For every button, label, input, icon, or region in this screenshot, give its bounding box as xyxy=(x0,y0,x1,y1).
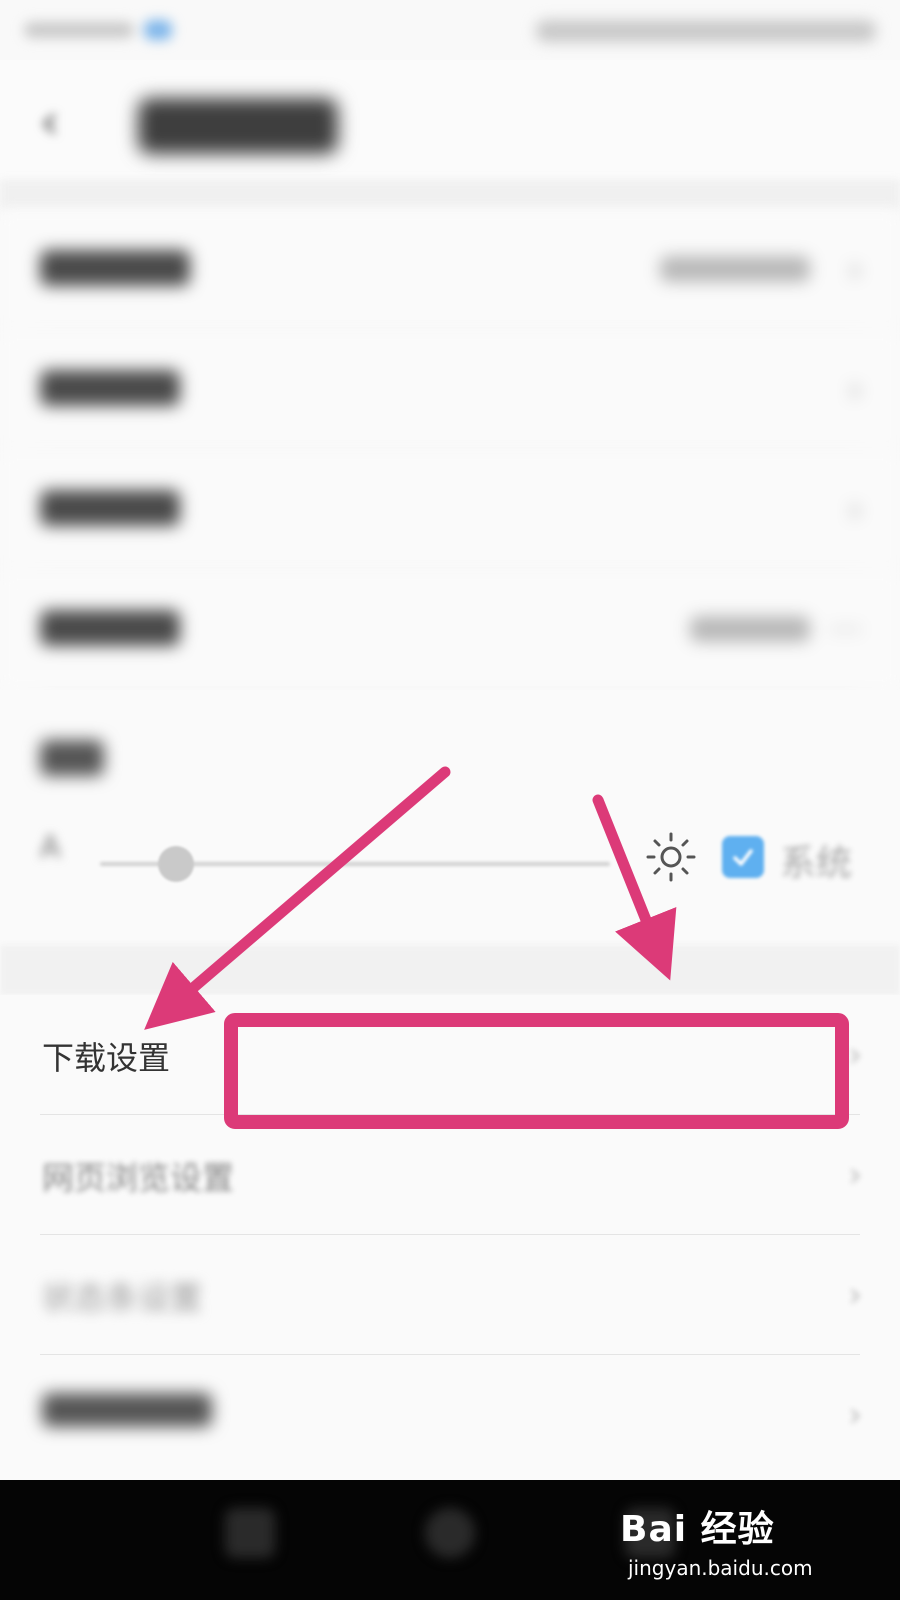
app-header: ‹ xyxy=(0,60,900,180)
page-title-blurred xyxy=(138,98,338,154)
brightness-label-blurred xyxy=(40,740,104,776)
settings-row[interactable]: › xyxy=(0,450,900,570)
nav-back-icon[interactable] xyxy=(225,1508,275,1558)
status-bar xyxy=(0,0,900,60)
settings-row[interactable]: › xyxy=(0,210,900,330)
chevron-left-icon[interactable]: ‹ xyxy=(40,98,59,146)
chevron-right-icon: › xyxy=(848,1395,862,1435)
chevron-right-icon: › xyxy=(848,1275,862,1315)
list-item-more-settings[interactable]: › xyxy=(0,1355,900,1475)
check-icon xyxy=(733,849,753,866)
chevron-right-icon: › xyxy=(848,490,862,530)
settings-row[interactable]: ··· xyxy=(0,570,900,690)
list-item-statusbar-settings[interactable]: 状态条设置 › xyxy=(0,1235,900,1355)
chevron-right-icon: › xyxy=(848,250,862,290)
ellipsis-icon: ··· xyxy=(829,610,862,650)
chevron-right-icon: › xyxy=(848,370,862,410)
auto-brightness-label: 系统 xyxy=(780,843,853,884)
baidu-jingyan-watermark: Bai 经验 jingyan.baidu.com xyxy=(620,1500,870,1590)
list-item-label: 网页浏览设置 xyxy=(42,1159,235,1197)
sun-icon xyxy=(646,832,696,882)
brightness-section: A 系统 xyxy=(0,690,900,940)
list-item-browsing-settings[interactable]: 网页浏览设置 › xyxy=(0,1115,900,1235)
list-item-label-blurred xyxy=(42,1393,212,1427)
status-right-blurred xyxy=(536,20,876,42)
settings-row[interactable]: › xyxy=(0,330,900,450)
watermark-sub: jingyan.baidu.com xyxy=(628,1556,813,1580)
status-left-blurred xyxy=(24,18,174,42)
chevron-right-icon: › xyxy=(848,1035,862,1075)
list-item-label: 下载设置 xyxy=(42,1039,171,1077)
chevron-right-icon: › xyxy=(848,1155,862,1195)
section-gap xyxy=(0,180,900,210)
brightness-small-label: A xyxy=(40,830,61,865)
list-item-download-settings[interactable]: 下载设置 › xyxy=(0,995,900,1115)
watermark-main: Bai 经验 xyxy=(620,1509,775,1550)
auto-brightness-checkbox[interactable] xyxy=(722,836,764,878)
nav-home-icon[interactable] xyxy=(425,1508,475,1558)
list-item-label: 状态条设置 xyxy=(42,1279,203,1317)
brightness-slider-knob[interactable] xyxy=(158,846,194,882)
section-divider xyxy=(0,945,900,995)
